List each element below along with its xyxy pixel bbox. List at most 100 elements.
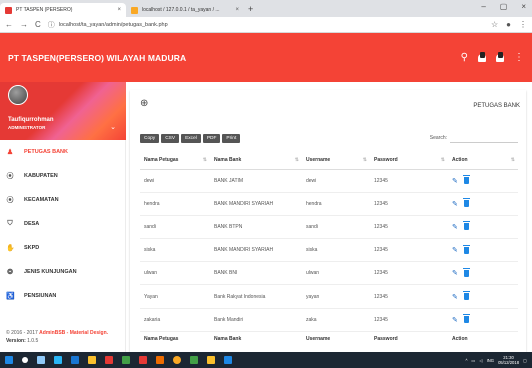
cell-nama-bank: BANK JATIM bbox=[210, 169, 302, 193]
reload-icon[interactable]: C bbox=[35, 20, 41, 29]
back-icon[interactable]: ← bbox=[5, 20, 13, 29]
edit-pencil-icon[interactable]: ✎ bbox=[452, 223, 458, 231]
bookmark-star-icon[interactable]: ☆ bbox=[491, 20, 498, 29]
group-icon: ❂ bbox=[7, 269, 13, 276]
csv-button[interactable]: CSV bbox=[161, 134, 180, 143]
person-icon: ♟ bbox=[6, 149, 14, 156]
language-indicator[interactable]: ING bbox=[487, 358, 494, 363]
cell-username: hendra bbox=[302, 192, 370, 216]
cell-password: 12345 bbox=[370, 238, 448, 263]
file-explorer-icon[interactable] bbox=[88, 356, 96, 364]
edit-pencil-icon[interactable]: ✎ bbox=[452, 293, 458, 301]
walking-person-icon: ♿ bbox=[6, 293, 15, 300]
store-icon[interactable] bbox=[71, 356, 79, 364]
search-input[interactable] bbox=[450, 133, 518, 143]
sidebar-item-skpd[interactable]: ✋ SKPD bbox=[0, 236, 125, 260]
pdf-button[interactable]: PDF bbox=[202, 134, 221, 143]
cell-username: yayan bbox=[302, 284, 370, 309]
volume-icon[interactable]: ◁ bbox=[479, 358, 482, 363]
delete-trash-icon[interactable] bbox=[462, 267, 470, 277]
delete-trash-icon[interactable] bbox=[462, 291, 470, 301]
app-brand[interactable]: PT TASPEN(PERSERO) WILAYAH MADURA bbox=[8, 53, 461, 63]
tasks-flag-icon[interactable] bbox=[496, 52, 504, 63]
cell-action: ✎ bbox=[448, 215, 518, 240]
browser-menu-icon[interactable]: ⋮ bbox=[519, 20, 527, 29]
info-icon[interactable]: ⓘ bbox=[48, 20, 55, 30]
edit-pencil-icon[interactable]: ✎ bbox=[452, 200, 458, 208]
app-icon[interactable] bbox=[122, 356, 130, 364]
column-header-nama-bank[interactable]: Nama Bank ⇅ bbox=[210, 152, 302, 170]
footer-link[interactable]: AdminBSB - Material Design. bbox=[39, 330, 108, 336]
cell-nama-bank: Bank Rakyat Indonesia bbox=[210, 284, 302, 309]
export-button-group: Copy CSV Excel PDF Print bbox=[140, 134, 241, 143]
app-icon[interactable] bbox=[156, 356, 164, 364]
search-icon[interactable]: ⚲ bbox=[461, 52, 468, 63]
column-header-username[interactable]: Username ⇅ bbox=[302, 152, 370, 170]
sidebar-item-label: PENSIUNAN bbox=[24, 293, 57, 299]
table-row: Yayan Bank Rakyat Indonesia yayan 12345 … bbox=[140, 284, 518, 309]
edit-pencil-icon[interactable]: ✎ bbox=[452, 316, 458, 324]
cell-nama-bank: BANK MANDIRI SYARIAH bbox=[210, 192, 302, 216]
table-row: hendra BANK MANDIRI SYARIAH hendra 12345… bbox=[140, 192, 518, 216]
profile-icon[interactable]: ● bbox=[506, 20, 511, 29]
sidebar-item-kabupaten[interactable]: ⦿ KABUPATEN bbox=[0, 164, 125, 188]
search-label: Search: bbox=[429, 135, 447, 141]
tab-close-icon[interactable]: × bbox=[235, 7, 239, 13]
excel-button[interactable]: Excel bbox=[181, 134, 201, 143]
print-button[interactable]: Print bbox=[222, 134, 241, 143]
chrome-icon[interactable] bbox=[173, 356, 181, 364]
app-icon[interactable] bbox=[207, 356, 215, 364]
network-icon[interactable]: ▭ bbox=[471, 358, 475, 363]
search-icon[interactable] bbox=[22, 357, 28, 363]
new-tab-button[interactable]: + bbox=[248, 4, 253, 14]
close-window-icon[interactable]: × bbox=[521, 2, 526, 11]
sidebar-item-pensiunan[interactable]: ♿ PENSIUNAN bbox=[0, 284, 125, 308]
table-header-row: Nama Petugas ⇅ Nama Bank ⇅ Username ⇅ Passw… bbox=[140, 152, 518, 170]
tab-close-icon[interactable]: × bbox=[117, 7, 121, 13]
edit-pencil-icon[interactable]: ✎ bbox=[452, 177, 458, 185]
sidebar-item-kecamatan[interactable]: ⦿ KECAMATAN bbox=[0, 188, 125, 212]
task-view-icon[interactable] bbox=[37, 356, 45, 364]
delete-trash-icon[interactable] bbox=[462, 244, 470, 254]
clock[interactable]: 21:30 05/12/2018 bbox=[498, 355, 519, 365]
tray-chevron-up-icon[interactable]: ^ bbox=[465, 358, 467, 363]
column-header-action[interactable]: Action ⇅ bbox=[448, 152, 518, 170]
sidebar-item-label: KECAMATAN bbox=[24, 197, 59, 203]
copyright-text: © 2016 - 2017 bbox=[6, 330, 38, 336]
browser-tab-active[interactable]: PT TASPEN (PERSERO) × bbox=[0, 3, 126, 17]
delete-trash-icon[interactable] bbox=[462, 314, 470, 324]
sidebar-item-label: PETUGAS BANK bbox=[24, 149, 69, 155]
url-field[interactable]: ⓘ localhost/ta_yayan/admin/petugas_bank.… bbox=[48, 20, 484, 30]
delete-trash-icon[interactable] bbox=[462, 175, 470, 185]
word-icon[interactable] bbox=[224, 356, 232, 364]
add-circle-icon[interactable]: ⊕ bbox=[140, 98, 148, 109]
cell-nama-petugas: zakaria bbox=[140, 308, 210, 332]
cell-action: ✎ bbox=[448, 169, 518, 193]
more-vert-icon[interactable]: ⋮ bbox=[514, 52, 524, 63]
column-header-password[interactable]: Password ⇅ bbox=[370, 152, 448, 170]
delete-trash-icon[interactable] bbox=[462, 198, 470, 208]
cell-nama-petugas: ulwan bbox=[140, 261, 210, 286]
browser-tab-phpmyadmin[interactable]: localhost / 127.0.0.1 / ta_yayan / ... × bbox=[126, 3, 244, 17]
edge-browser-icon[interactable] bbox=[54, 356, 62, 364]
version-number: 1.0.5 bbox=[27, 338, 39, 344]
user-menu-chevron-down-icon[interactable]: ⌄ bbox=[110, 123, 116, 131]
copy-button[interactable]: Copy bbox=[140, 134, 160, 143]
excel-icon[interactable] bbox=[190, 356, 198, 364]
minimize-icon[interactable]: – bbox=[481, 2, 485, 11]
edit-pencil-icon[interactable]: ✎ bbox=[452, 269, 458, 277]
notification-bell-icon[interactable] bbox=[478, 52, 486, 63]
start-windows-icon[interactable] bbox=[5, 356, 13, 364]
sidebar-item-petugas-bank[interactable]: ♟ PETUGAS BANK bbox=[0, 140, 125, 164]
sidebar-item-desa[interactable]: ⛉ DESA bbox=[0, 212, 125, 236]
maximize-icon[interactable]: ▢ bbox=[500, 2, 508, 11]
footer-nama-petugas: Nama Petugas bbox=[140, 330, 210, 346]
edit-pencil-icon[interactable]: ✎ bbox=[452, 246, 458, 254]
delete-trash-icon[interactable] bbox=[462, 221, 470, 231]
forward-icon[interactable]: → bbox=[20, 20, 28, 29]
notification-center-icon[interactable]: ▢ bbox=[523, 358, 527, 363]
app-icon[interactable] bbox=[139, 356, 147, 364]
app-icon[interactable] bbox=[105, 356, 113, 364]
column-header-nama-petugas[interactable]: Nama Petugas ⇅ bbox=[140, 152, 210, 170]
sidebar-item-jenis-kunjungan[interactable]: ❂ JENIS KUNJUNGAN bbox=[0, 260, 125, 284]
